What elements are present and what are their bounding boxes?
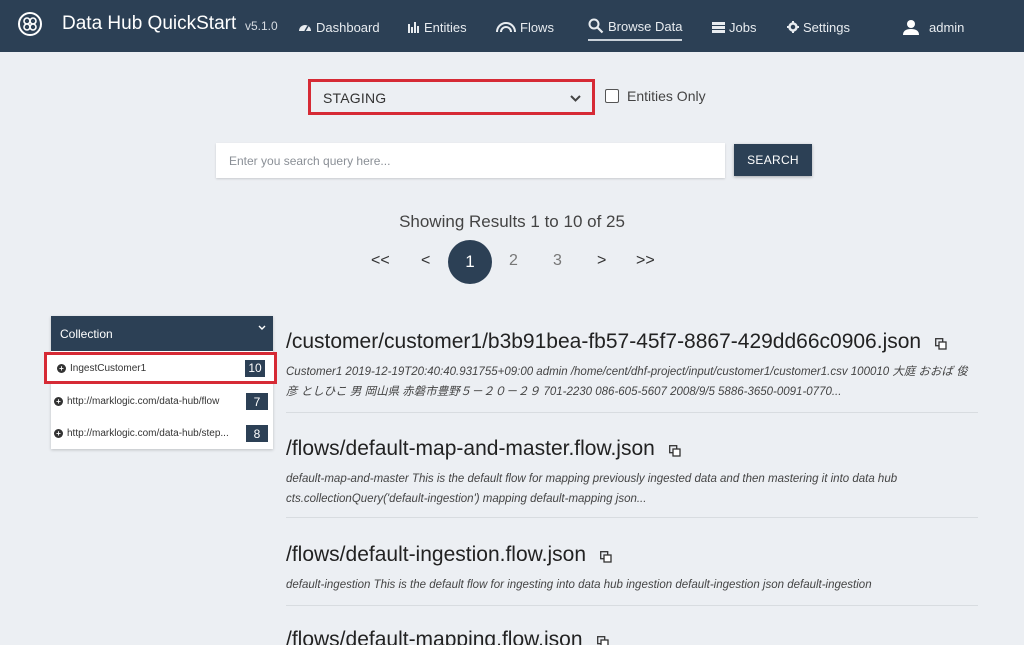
pagination-page-current[interactable]: 1 xyxy=(448,240,492,284)
results-summary: Showing Results 1 to 10 of 25 xyxy=(399,212,625,231)
copy-icon[interactable] xyxy=(935,338,947,350)
result-divider xyxy=(286,412,978,413)
nav-jobs[interactable]: Jobs xyxy=(712,16,756,38)
search-icon xyxy=(588,18,604,34)
search-result: /customer/customer1/b3b91bea-fb57-45f7-8… xyxy=(286,330,978,402)
search-result: /flows/default-ingestion.flow.json defau… xyxy=(286,543,978,595)
bar-chart-icon xyxy=(408,22,419,33)
facet-header[interactable]: Collection xyxy=(51,316,273,351)
nav-settings-label: Settings xyxy=(803,19,850,35)
search-input[interactable] xyxy=(216,143,725,178)
facet-item-name: IngestCustomer1 xyxy=(70,362,147,374)
nav-browse-data-label: Browse Data xyxy=(608,18,683,34)
pagination-last[interactable]: >> xyxy=(636,252,655,270)
facet-item[interactable]: + http://marklogic.com/data-hub/step... … xyxy=(51,422,273,445)
data-hub-logo-icon[interactable] xyxy=(18,12,42,36)
user-avatar-icon xyxy=(903,19,919,35)
facet-item-count: 7 xyxy=(246,393,268,410)
result-divider xyxy=(286,605,978,606)
nav-entities-label: Entities xyxy=(424,19,467,35)
jobs-list-icon xyxy=(712,21,725,33)
search-result: /flows/default-map-and-master.flow.json … xyxy=(286,437,978,509)
copy-icon[interactable] xyxy=(600,551,612,563)
copy-icon[interactable] xyxy=(596,636,609,645)
result-divider xyxy=(286,517,978,518)
nav-jobs-label: Jobs xyxy=(729,19,757,35)
result-snippet: default-ingestion This is the default fl… xyxy=(286,579,872,591)
dashboard-gauge-icon xyxy=(299,25,311,32)
nav-dashboard-label: Dashboard xyxy=(316,19,380,35)
facet-item-count: 10 xyxy=(245,359,265,377)
pagination-next[interactable]: > xyxy=(597,252,606,270)
result-uri-link[interactable]: /customer/customer1/b3b91bea-fb57-45f7-8… xyxy=(286,330,921,354)
nav-entities[interactable]: Entities xyxy=(408,16,467,38)
entities-only-option[interactable]: Entities Only xyxy=(605,88,706,104)
pagination-first[interactable]: << xyxy=(371,252,390,270)
facet-item[interactable]: + IngestCustomer1 10 xyxy=(44,352,277,384)
facet-item-name: http://marklogic.com/data-hub/flow xyxy=(67,396,220,407)
result-uri-link[interactable]: /flows/default-ingestion.flow.json xyxy=(286,543,586,567)
facet-item-name: http://marklogic.com/data-hub/step... xyxy=(67,428,229,439)
nav-settings[interactable]: Settings xyxy=(787,16,850,38)
facet-item-count: 8 xyxy=(246,425,268,442)
result-uri-link[interactable]: /flows/default-mapping.flow.json xyxy=(286,628,583,645)
chevron-down-icon xyxy=(258,325,266,330)
nav-flows[interactable]: Flows xyxy=(496,16,554,38)
top-navigation-bar: Data Hub QuickStart v5.1.0 Dashboard Ent… xyxy=(0,0,1024,52)
app-version: v5.1.0 xyxy=(245,19,278,33)
app-title[interactable]: Data Hub QuickStart xyxy=(62,13,236,35)
copy-icon[interactable] xyxy=(668,445,681,457)
result-snippet: default-map-and-master This is the defau… xyxy=(286,473,898,505)
user-name: admin xyxy=(929,19,965,35)
plus-circle-icon: + xyxy=(54,429,63,438)
search-result: /flows/default-mapping.flow.json xyxy=(286,628,978,645)
pagination-page-3[interactable]: 3 xyxy=(553,252,562,270)
chevron-down-icon xyxy=(570,95,581,102)
nav-dashboard[interactable]: Dashboard xyxy=(298,16,380,38)
entities-only-checkbox[interactable] xyxy=(605,89,619,103)
nav-browse-data[interactable]: Browse Data xyxy=(588,15,683,41)
facet-item[interactable]: + http://marklogic.com/data-hub/flow 7 xyxy=(51,390,273,413)
plus-circle-icon: + xyxy=(54,397,63,406)
collection-facet-panel: Collection + IngestCustomer1 10 + http:/… xyxy=(44,316,277,449)
user-menu[interactable]: admin xyxy=(903,16,964,38)
nav-flows-label: Flows xyxy=(520,19,554,35)
result-snippet: Customer1 2019-12-19T20:40:40.931755+09:… xyxy=(286,366,968,398)
result-uri-link[interactable]: /flows/default-map-and-master.flow.json xyxy=(286,437,655,461)
pagination-page-2[interactable]: 2 xyxy=(509,252,518,270)
plus-circle-icon: + xyxy=(57,363,66,373)
database-select[interactable]: STAGING xyxy=(308,79,595,115)
entities-only-label: Entities Only xyxy=(627,88,706,104)
search-button[interactable]: SEARCH xyxy=(734,144,812,176)
facet-title: Collection xyxy=(60,327,113,341)
pagination-prev[interactable]: < xyxy=(421,252,430,270)
flows-arc-icon xyxy=(496,22,516,33)
database-select-value: STAGING xyxy=(323,90,387,106)
gear-icon xyxy=(787,21,799,33)
